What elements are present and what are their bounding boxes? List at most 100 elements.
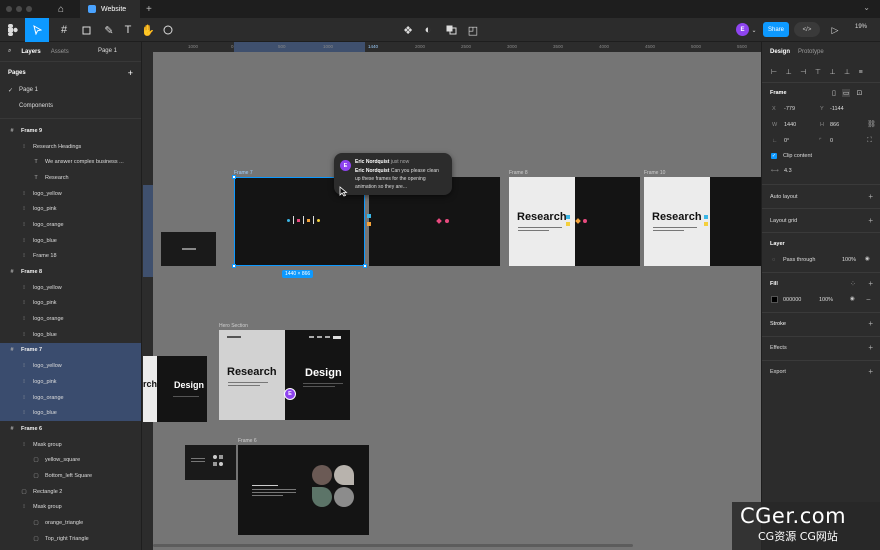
layer-row[interactable]: # Frame 8 [0,264,141,280]
tab-assets[interactable]: Assets [51,49,69,55]
height-input[interactable]: 866 [830,122,839,128]
align-top-icon[interactable]: ⊤ [815,68,821,76]
text-tool-icon[interactable]: T [120,18,136,42]
frame-partial[interactable]: rch Design [143,356,207,422]
layer-row[interactable]: ⁞ logo_orange [0,311,141,327]
frame-label[interactable]: Frame 7 [234,170,253,176]
add-auto-layout-icon[interactable]: + [868,192,873,201]
zoom-level[interactable]: 19% [855,24,867,30]
layer-row[interactable]: ⁞ logo_yellow [0,358,141,374]
frame-label[interactable]: Frame 8 [509,170,528,176]
layer-row[interactable]: ▢ Rectangle 2 [0,484,141,500]
frame-tool-icon[interactable]: # [54,18,74,42]
page-selector[interactable]: Page 1 [98,48,117,54]
search-icon[interactable]: ⌕ [8,48,11,55]
frame-10[interactable]: Research [644,177,761,266]
layer-row[interactable]: T Research [0,170,141,186]
align-left-icon[interactable]: ⊢ [771,68,777,76]
layer-row[interactable]: ⁞ Mask group [0,437,141,453]
hero-section[interactable]: Research Design [219,330,350,420]
align-center-v-icon[interactable]: ⊥ [829,68,835,76]
fill-hex-input[interactable]: 000000 [783,297,801,303]
layer-row[interactable]: # Frame 7 [0,342,141,359]
page-item[interactable]: Components [0,98,141,114]
add-fill-icon[interactable]: + [868,279,873,288]
collaborator-avatar[interactable]: E [284,388,296,400]
boolean-icon[interactable] [442,18,460,42]
radius-input[interactable]: 0 [830,138,833,144]
y-input[interactable]: -1144 [830,106,844,112]
comment-popup[interactable]: E Eric Nordquist just now Eric Nordquist… [334,153,452,195]
independent-corners-icon[interactable]: ⛶ [867,137,872,145]
tab-prototype[interactable]: Prototype [798,49,824,55]
style-grid-icon[interactable]: ⁘ [850,280,856,288]
remove-fill-icon[interactable]: − [866,295,871,304]
layer-row[interactable]: ⁞ logo_blue [0,405,141,422]
landscape-icon[interactable]: ▭ [841,89,851,97]
layer-row[interactable]: ⁞ Mask group [0,500,141,516]
effects-section[interactable]: Effects + [762,343,880,357]
layer-row[interactable]: ⁞ logo_pink [0,374,141,390]
layer-row[interactable]: ⁞ Frame 18 [0,249,141,265]
hand-tool-icon[interactable]: ✋ [140,18,156,42]
fill-swatch[interactable] [771,296,778,303]
resize-icon[interactable]: ⊡ [856,89,862,97]
add-export-icon[interactable]: + [868,367,873,376]
add-layout-grid-icon[interactable]: + [868,216,873,225]
chevron-down-icon[interactable]: ⌄ [863,3,870,12]
eye-icon[interactable]: ◉ [865,256,870,262]
home-icon[interactable]: ⌂ [54,4,68,15]
layer-row[interactable]: ▢ orange_triangle [0,515,141,531]
distribute-icon[interactable]: ≡ [859,69,863,76]
main-menu-icon[interactable] [4,18,22,42]
page-item[interactable]: ✓ Page 1 [0,82,141,98]
stroke-section[interactable]: Stroke + [762,319,880,333]
align-bottom-icon[interactable]: ⊥ [844,68,850,76]
frame-thumbnail[interactable] [161,232,216,266]
x-input[interactable]: -779 [784,106,795,112]
add-effect-icon[interactable]: + [868,343,873,352]
auto-layout-section[interactable]: Auto layout + [762,192,880,206]
layer-row[interactable]: ⁞ logo_blue [0,233,141,249]
layer-row[interactable]: ▢Polygon 1 [0,547,141,550]
layer-row[interactable]: ⁞ Research Headings [0,139,141,155]
present-icon[interactable]: ▷ [828,18,842,42]
layer-row[interactable]: ⁞ logo_orange [0,217,141,233]
frame-thumbnail-small[interactable] [185,445,236,480]
width-input[interactable]: 1440 [784,122,796,128]
align-center-h-icon[interactable]: ⊥ [786,68,792,76]
file-tab[interactable]: Website [80,0,140,18]
portrait-icon[interactable]: ▯ [832,89,836,97]
frame-label[interactable]: Frame 6 [238,438,257,444]
layer-opacity-input[interactable]: 100% [842,257,856,263]
layer-row[interactable]: ▢ Top_right Triangle [0,531,141,547]
add-stroke-icon[interactable]: + [868,319,873,328]
horizontal-scrollbar[interactable] [153,544,633,547]
fill-opacity-input[interactable]: 100% [819,297,833,303]
rotation-input[interactable]: 0° [784,138,789,144]
rectangle-tool-icon[interactable] [76,18,96,42]
move-tool-icon[interactable] [25,18,49,42]
layer-row[interactable]: ⁞ logo_pink [0,201,141,217]
layer-row[interactable]: # Frame 9 [0,123,141,139]
layer-row[interactable]: ⁞ logo_yellow [0,280,141,296]
frame-6[interactable] [238,445,369,535]
crop-icon[interactable]: ◰ [466,18,480,42]
export-section[interactable]: Export + [762,367,880,381]
eye-icon[interactable]: ◉ [850,296,855,302]
layer-row[interactable]: ▢ Bottom_left Square [0,468,141,484]
chevron-down-icon[interactable]: ⌄ [750,18,758,42]
layer-row[interactable]: # Frame 6 [0,421,141,437]
window-controls[interactable] [6,6,32,12]
layer-row[interactable]: ▢ yellow_square [0,452,141,468]
add-page-button[interactable]: + [128,68,133,78]
layer-row[interactable]: T We answer complex business ... [0,154,141,170]
frame-label[interactable]: Frame 10 [644,170,665,176]
layer-row[interactable]: ⁞ logo_blue [0,327,141,343]
spacing-value[interactable]: 4.3 [784,168,792,174]
frame-label[interactable]: Hero Section [219,323,248,329]
pen-tool-icon[interactable]: ✎ [99,18,119,42]
user-avatar[interactable]: E [736,23,749,36]
layer-row[interactable]: ⁞ logo_yellow [0,186,141,202]
layer-row[interactable]: ⁞ logo_orange [0,389,141,406]
